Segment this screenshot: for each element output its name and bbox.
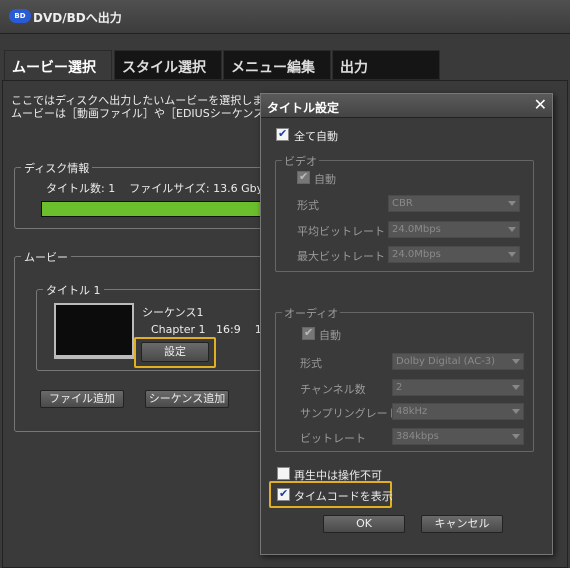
all-auto-label: 全て自動 [294, 130, 338, 143]
audio-bitrate-label: ビットレート [300, 432, 366, 445]
tab-movie-select[interactable]: ムービー選択 [4, 50, 112, 82]
dialog-titlebar: タイトル設定 ✕ [261, 94, 552, 118]
video-auto-checkbox[interactable] [297, 170, 310, 184]
add-sequence-button[interactable]: シーケンス追加 [145, 390, 229, 408]
sequence-name: シーケンス1 [142, 306, 204, 319]
app-titlebar: BD DVD/BDへ出力 [0, 0, 570, 34]
avg-bitrate-value: 24.0Mbps [392, 224, 441, 235]
disk-info-group: ディスク情報 [14, 160, 274, 229]
sequence-meta: Chapter 1 16:9 1 [151, 323, 262, 336]
audio-bitrate-value: 384kbps [396, 431, 439, 442]
tab-style-select[interactable]: スタイル選択 [114, 50, 222, 80]
audio-auto-checkbox[interactable] [302, 326, 315, 340]
aspect-label: 16:9 [215, 323, 241, 336]
audio-bitrate-select[interactable]: 384kbps [392, 428, 524, 445]
title-1-label: タイトル 1 [43, 282, 104, 298]
all-auto-checkbox[interactable] [276, 127, 289, 141]
file-size: ファイルサイズ: 13.6 Gbytes [129, 182, 280, 195]
chevron-down-icon [512, 409, 520, 414]
chevron-down-icon [508, 227, 516, 232]
description-line-1: ここではディスクへ出力したいムービーを選択します。 [11, 94, 266, 107]
chevron-down-icon [512, 385, 520, 390]
chapter-label: Chapter 1 [151, 323, 206, 336]
sampling-value: 48kHz [396, 406, 428, 417]
description-line-2: ムービーは［動画ファイル］や［EDIUSシーケンス］が選 [11, 107, 266, 120]
disk-usage-bar [41, 201, 269, 217]
cancel-button[interactable]: キャンセル [421, 515, 503, 533]
description-text: ここではディスクへ出力したいムービーを選択します。 ムービーは［動画ファイル］や… [11, 94, 266, 120]
dialog-title: タイトル設定 [267, 101, 340, 115]
tab-menu-edit[interactable]: メニュー編集 [223, 50, 331, 80]
show-timecode-checkbox[interactable] [277, 487, 290, 501]
close-icon[interactable]: ✕ [534, 95, 547, 114]
movie-label: ムービー [21, 249, 71, 265]
add-file-button[interactable]: ファイル追加 [40, 390, 124, 408]
movie-thumbnail[interactable] [54, 303, 134, 359]
audio-format-select[interactable]: Dolby Digital (AC-3) [392, 353, 524, 370]
max-bitrate-select[interactable]: 24.0Mbps [388, 246, 520, 263]
title-settings-dialog: タイトル設定 ✕ 全て自動 ビデオ 自動 形式 CBR 平均ビットレート 24.… [260, 93, 553, 555]
avg-bitrate-select[interactable]: 24.0Mbps [388, 221, 520, 238]
channels-label: チャンネル数 [300, 383, 366, 396]
channels-value: 2 [396, 382, 403, 393]
show-timecode-label: タイムコードを表示 [294, 490, 393, 503]
window-title: DVD/BDへ出力 [33, 11, 122, 25]
max-bitrate-value: 24.0Mbps [392, 249, 441, 260]
disk-info-label: ディスク情報 [21, 160, 93, 176]
disk-info-summary: タイトル数: 1 ファイルサイズ: 13.6 Gbytes [46, 180, 280, 196]
tab-output[interactable]: 出力 [332, 50, 440, 80]
sampling-label: サンプリングレート [300, 407, 399, 420]
video-auto-label: 自動 [314, 173, 336, 186]
video-format-label: 形式 [297, 199, 319, 212]
ok-button[interactable]: OK [323, 515, 405, 533]
video-label: ビデオ [282, 153, 319, 169]
channels-select[interactable]: 2 [392, 379, 524, 396]
bd-disc-icon: BD [9, 9, 31, 23]
sampling-select[interactable]: 48kHz [392, 403, 524, 420]
max-bitrate-label: 最大ビットレート [297, 250, 385, 263]
audio-label: オーディオ [282, 305, 341, 321]
audio-auto-label: 自動 [319, 329, 341, 342]
audio-format-label: 形式 [300, 357, 322, 370]
video-format-select[interactable]: CBR [388, 195, 520, 212]
video-format-value: CBR [392, 198, 413, 209]
chevron-down-icon [508, 201, 516, 206]
no-operation-checkbox[interactable] [277, 467, 290, 480]
chevron-down-icon [508, 252, 516, 257]
title-count: タイトル数: 1 [46, 182, 116, 195]
chevron-down-icon [512, 434, 520, 439]
chevron-down-icon [512, 359, 520, 364]
avg-bitrate-label: 平均ビットレート [297, 225, 385, 238]
disk-usage-fill [42, 202, 268, 216]
settings-button[interactable]: 設定 [141, 342, 209, 362]
audio-format-value: Dolby Digital (AC-3) [396, 356, 496, 367]
